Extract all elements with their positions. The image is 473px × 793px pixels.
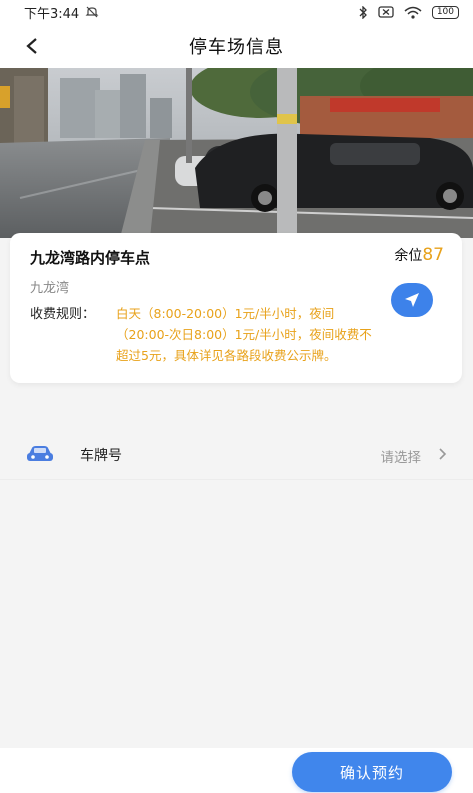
page-title: 停车场信息	[189, 37, 284, 58]
back-icon	[26, 38, 37, 54]
remaining-spots-count: 87	[422, 245, 444, 265]
navigate-icon	[405, 293, 419, 307]
lot-area: 九龙湾	[30, 281, 70, 296]
sim-icon	[378, 6, 394, 18]
back-button[interactable]	[18, 32, 46, 60]
car-icon	[27, 446, 53, 461]
parking-lot-photo	[0, 68, 473, 238]
parking-lot-illustration	[0, 68, 473, 238]
nav-bar: 停车场信息	[0, 24, 473, 68]
confirm-reservation-button[interactable]: 确认预约	[292, 752, 452, 792]
remaining-spots-label: 余位	[394, 248, 423, 264]
plate-placeholder: 请选择	[380, 450, 422, 466]
fee-rule-text: 白天（8:00-20:00）1元/半小时，夜间（20:00-次日8:00）1元/…	[116, 306, 372, 363]
bluetooth-icon	[359, 5, 367, 19]
lot-name: 九龙湾路内停车点	[30, 249, 151, 267]
chevron-right-icon	[439, 448, 447, 460]
status-time: 下午3:44	[24, 6, 80, 22]
wifi-icon	[404, 6, 422, 19]
remaining-spots: 余位87	[394, 245, 444, 265]
fee-rule-label: 收费规则：	[30, 307, 96, 322]
mute-icon	[85, 6, 99, 18]
license-plate-selector[interactable]: 车牌号 请选择	[0, 430, 473, 480]
battery-icon: 100	[431, 5, 459, 19]
navigate-button[interactable]	[391, 283, 433, 317]
plate-label: 车牌号	[80, 448, 122, 464]
parking-info-card: 九龙湾路内停车点 余位87 九龙湾 收费规则： 白天（8:00-20:00）1元…	[10, 233, 462, 383]
status-bar: 下午3:44 100	[0, 0, 473, 24]
